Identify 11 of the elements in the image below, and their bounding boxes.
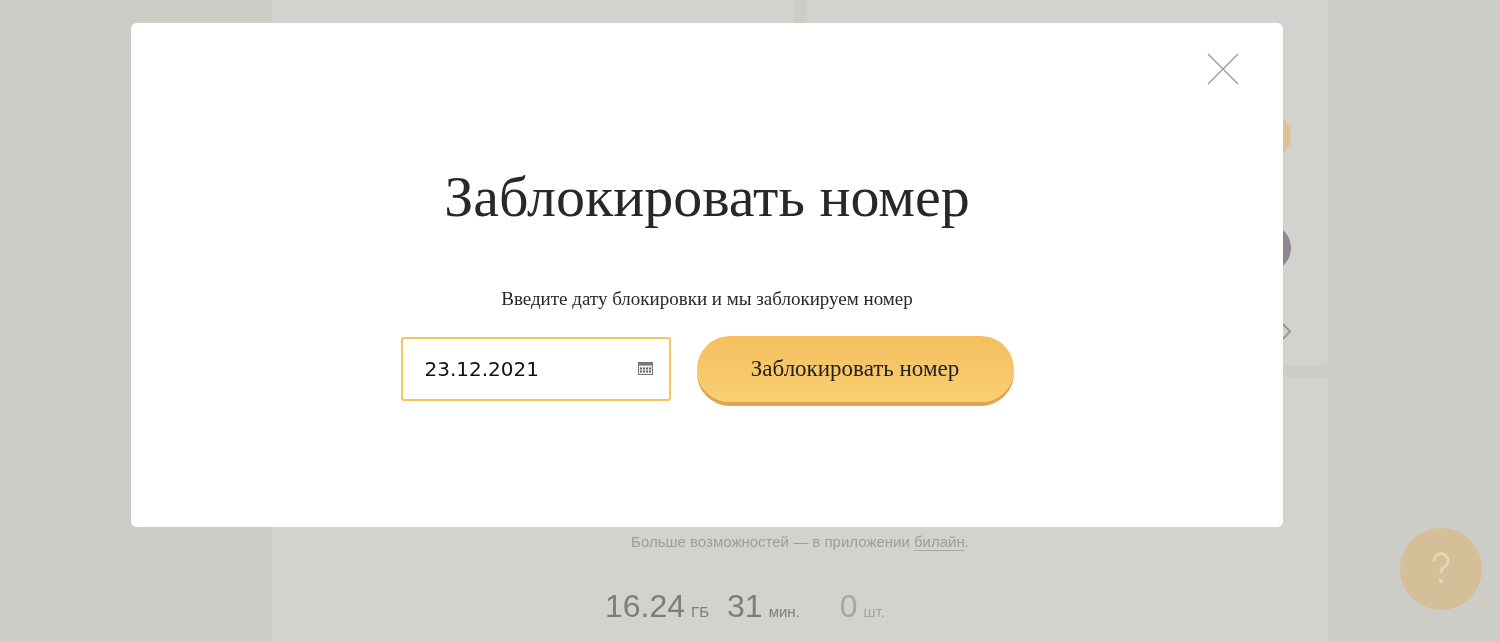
stat-unit: ГБ <box>691 603 710 620</box>
close-button[interactable] <box>1207 53 1239 85</box>
calendar-icon <box>637 362 653 375</box>
stat-value: 31 <box>727 588 763 625</box>
question-icon <box>1431 552 1451 586</box>
date-field[interactable]: 23.12.2021 <box>400 337 671 401</box>
stat-unit: мин. <box>768 603 800 620</box>
modal-title: Заблокировать номер <box>444 163 970 230</box>
stat-value: 16.24 <box>605 588 686 625</box>
chevron-right-icon <box>1282 323 1292 340</box>
modal-subtitle: Введите дату блокировки и мы заблокируем номер <box>501 288 913 310</box>
